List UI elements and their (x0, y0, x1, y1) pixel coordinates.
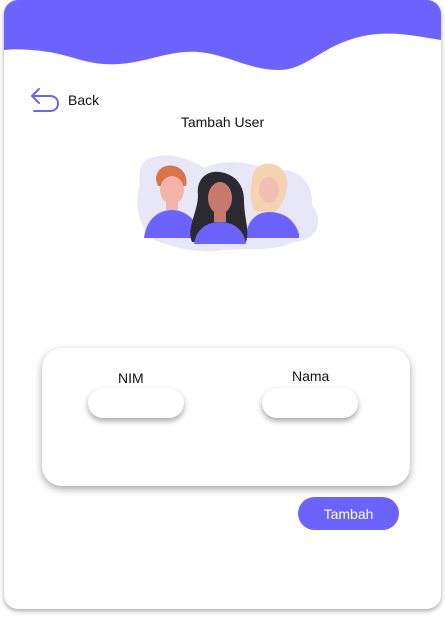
back-button[interactable]: Back (30, 86, 99, 114)
tambah-button[interactable]: Tambah (298, 497, 399, 530)
back-label: Back (68, 92, 100, 108)
nama-label: Nama (292, 368, 330, 384)
nim-label: NIM (118, 370, 144, 386)
nama-input[interactable] (262, 388, 358, 418)
page-title: Tambah User (180, 114, 265, 130)
header-wave (4, 0, 441, 70)
nim-input[interactable] (88, 388, 184, 418)
app-card: Back Tambah User NIM Nama Tambah (4, 0, 441, 609)
add-user-form: NIM Nama (42, 348, 410, 486)
users-illustration (137, 155, 319, 252)
back-arrow-icon (31, 88, 60, 112)
